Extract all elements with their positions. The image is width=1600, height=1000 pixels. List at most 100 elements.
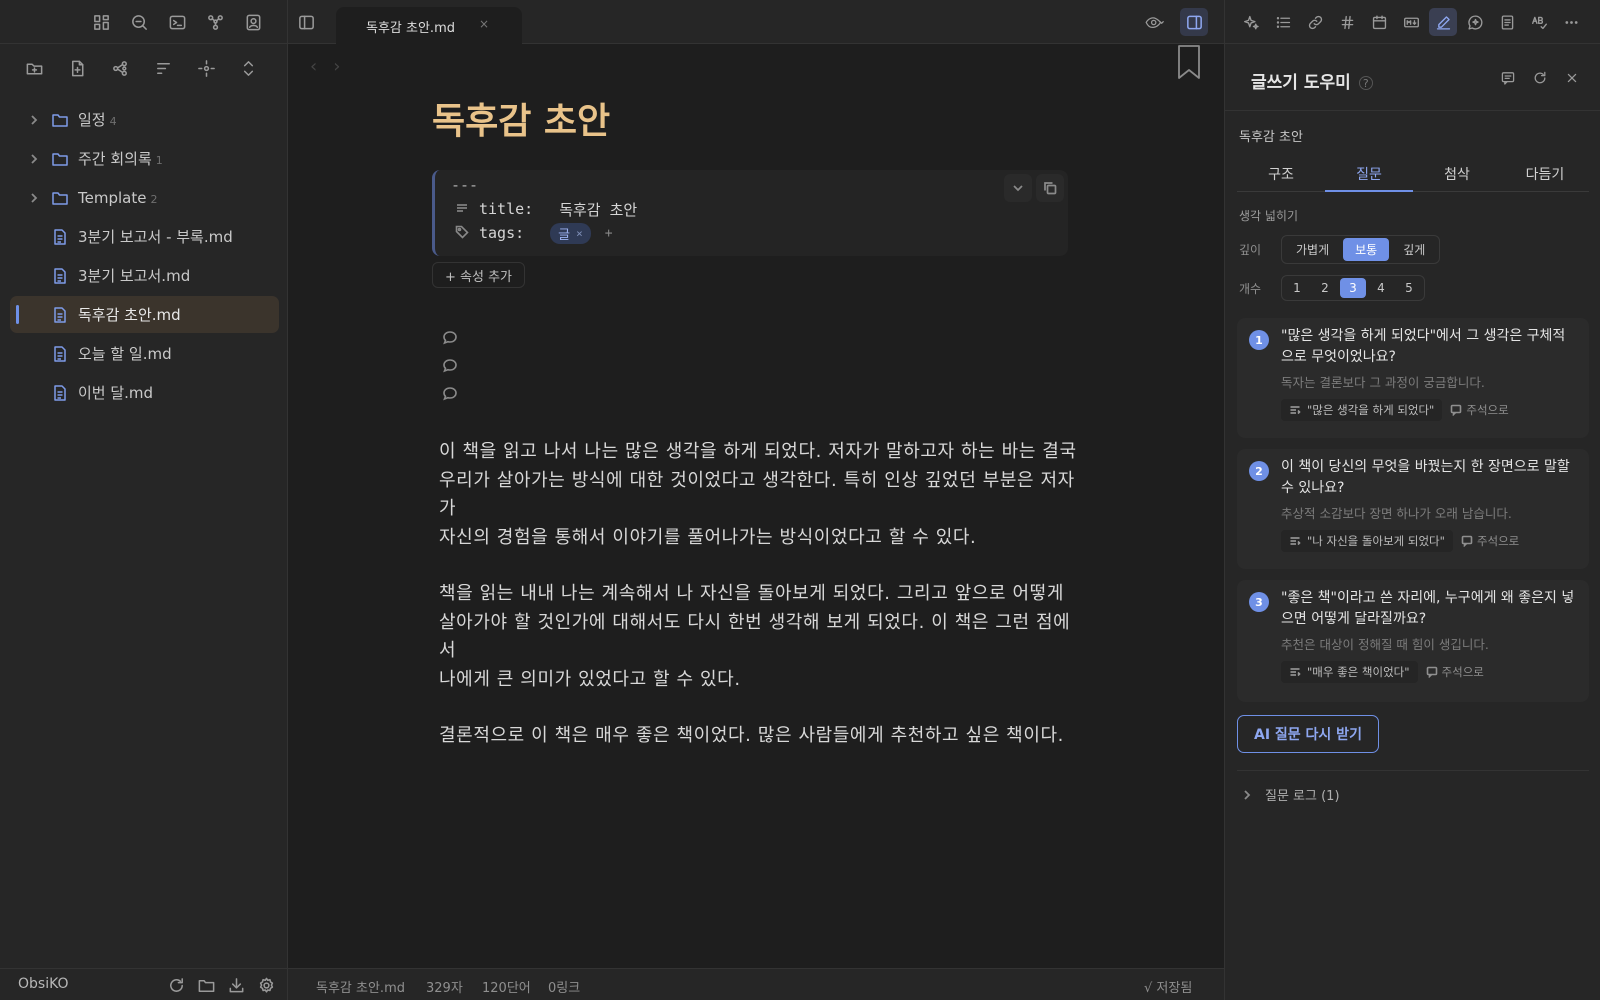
comment-icon[interactable] <box>442 358 458 386</box>
tree-file-this-month[interactable]: 이번 달.md <box>0 373 288 412</box>
quote-jump-button[interactable]: "매우 좋은 책이었다" <box>1281 661 1418 683</box>
property-value[interactable]: 독후감 초안 <box>559 199 637 220</box>
hashtag-icon[interactable] <box>1333 8 1361 36</box>
divider <box>1225 110 1600 111</box>
chat-sparkle-icon[interactable] <box>1461 8 1489 36</box>
tree-file-book-report-draft[interactable]: 독후감 초안.md <box>0 295 288 334</box>
sparkle-icon[interactable] <box>1237 8 1265 36</box>
paragraph[interactable]: 이 책을 읽고 나서 나는 많은 생각을 하게 되었다. 저자가 말하고자 하는… <box>439 438 1079 552</box>
question-card[interactable]: 1 "많은 생각을 하게 되었다"에서 그 생각은 구체적으로 무엇이었나요? … <box>1237 318 1589 438</box>
copy-icon[interactable] <box>1036 174 1064 202</box>
comment-list-icon[interactable] <box>1494 64 1522 92</box>
count-option-1[interactable]: 1 <box>1284 278 1310 298</box>
property-title-row[interactable]: title: 독후감 초안 <box>455 198 637 220</box>
tree-folder-schedule[interactable]: 일정 4 <box>0 100 288 139</box>
count-option-4[interactable]: 4 <box>1368 278 1394 298</box>
tree-file-q3-report-appendix[interactable]: 3분기 보고서 - 부록.md <box>0 217 288 256</box>
back-arrow-icon[interactable]: ‹ <box>310 56 333 77</box>
to-comment-button[interactable]: 주석으로 <box>1426 664 1484 680</box>
paragraph[interactable]: 책을 읽는 내내 나는 계속해서 나 자신을 돌아보게 되었다. 그리고 앞으로… <box>439 580 1079 694</box>
terminal-icon[interactable] <box>163 8 191 36</box>
settings-icon[interactable] <box>252 971 280 999</box>
count-option-2[interactable]: 2 <box>1312 278 1338 298</box>
tag-add-button[interactable]: + <box>605 226 613 241</box>
more-options-icon[interactable] <box>1557 8 1585 36</box>
chevron-down-icon[interactable] <box>1004 174 1032 202</box>
tab-correction[interactable]: 첨삭 <box>1413 152 1501 191</box>
chevron-right-icon[interactable] <box>26 151 42 167</box>
frontmatter-properties[interactable]: --- title: 독후감 초안 tags: 글 × + <box>432 170 1068 256</box>
tree-folder-template[interactable]: Template 2 <box>0 178 288 217</box>
add-property-button[interactable]: + 속성 추가 <box>432 262 525 288</box>
count-options: 1 2 3 4 5 <box>1281 275 1425 301</box>
depth-option-light[interactable]: 가볍게 <box>1284 238 1341 261</box>
reading-view-icon[interactable] <box>1134 8 1174 36</box>
new-folder-icon[interactable] <box>20 54 48 82</box>
quote-jump-button[interactable]: "나 자신을 돌아보게 되었다" <box>1281 530 1453 552</box>
sort-icon[interactable] <box>149 54 177 82</box>
tree-item-label: Template <box>78 188 147 207</box>
tab-structure[interactable]: 구조 <box>1237 152 1325 191</box>
bookmark-icon[interactable] <box>1176 44 1202 84</box>
quote-jump-button[interactable]: "많은 생각을 하게 되었다" <box>1281 399 1443 421</box>
document-title[interactable]: 독후감 초안 <box>432 92 610 144</box>
tab-polish[interactable]: 다듬기 <box>1501 152 1589 191</box>
tag-pill[interactable]: 글 × <box>550 222 591 244</box>
close-icon[interactable] <box>1558 64 1586 92</box>
refresh-icon[interactable] <box>1526 64 1554 92</box>
download-icon[interactable] <box>222 971 250 999</box>
regenerate-questions-button[interactable]: AI 질문 다시 받기 <box>1237 715 1379 753</box>
tag-remove-icon[interactable]: × <box>576 227 583 240</box>
property-tags-row[interactable]: tags: 글 × + <box>455 222 613 244</box>
count-option-5[interactable]: 5 <box>1396 278 1422 298</box>
tree-file-todo-today[interactable]: 오늘 할 일.md <box>0 334 288 373</box>
status-saved: √ 저장됨 <box>1144 981 1193 996</box>
comment-icon[interactable] <box>442 386 458 414</box>
tab-questions[interactable]: 질문 <box>1325 152 1413 192</box>
search-icon[interactable] <box>125 8 153 36</box>
writing-assistant-icon[interactable] <box>1429 8 1457 36</box>
locate-icon[interactable] <box>192 54 220 82</box>
question-card[interactable]: 3 "좋은 책"이라고 쓴 자리에, 누구에게 왜 좋은지 넣으면 어떻게 달라… <box>1237 580 1589 702</box>
tree-item-label: 일정 <box>78 111 106 129</box>
depth-option-normal[interactable]: 보통 <box>1343 237 1390 261</box>
vault-name[interactable]: ObsiKO <box>18 976 69 992</box>
depth-option-deep[interactable]: 깊게 <box>1391 238 1437 261</box>
refresh-icon[interactable] <box>162 971 190 999</box>
tree-folder-weekly-minutes[interactable]: 주간 회의록 1 <box>0 139 288 178</box>
collapse-icon[interactable] <box>234 54 262 82</box>
document-icon[interactable] <box>1493 8 1521 36</box>
divider <box>1237 770 1589 771</box>
forward-arrow-icon[interactable]: › <box>333 56 356 77</box>
layout-grid-icon[interactable] <box>87 8 115 36</box>
graph-icon[interactable] <box>201 8 229 36</box>
chevron-right-icon[interactable] <box>26 112 42 128</box>
right-sidebar-toggle-icon[interactable] <box>1180 8 1208 36</box>
comment-icon[interactable] <box>442 330 458 358</box>
document-body[interactable]: 이 책을 읽고 나서 나는 많은 생각을 하게 되었다. 저자가 말하고자 하는… <box>439 438 1079 779</box>
graph-view-icon[interactable] <box>106 54 134 82</box>
help-icon[interactable]: ? <box>1358 76 1373 90</box>
calendar-icon[interactable] <box>1365 8 1393 36</box>
nav-arrows[interactable]: ‹› <box>310 56 356 77</box>
paragraph[interactable]: 결론적으로 이 책은 매우 좋은 책이었다. 많은 사람들에게 추천하고 싶은 … <box>439 722 1079 751</box>
new-file-icon[interactable] <box>63 54 91 82</box>
link-icon[interactable] <box>1301 8 1329 36</box>
question-card[interactable]: 2 이 책이 당신의 무엇을 바꿨는지 한 장면으로 말할 수 있나요? 추상적… <box>1237 449 1589 569</box>
count-option-3[interactable]: 3 <box>1340 278 1366 298</box>
property-key: title: <box>479 200 534 218</box>
spellcheck-icon[interactable] <box>1525 8 1553 36</box>
sidebar-toggle-icon[interactable] <box>292 8 320 36</box>
markdown-icon[interactable] <box>1397 8 1425 36</box>
tab-close-icon[interactable]: × <box>479 17 489 31</box>
tab-book-report-draft[interactable]: 독후감 초안.md × <box>336 7 522 44</box>
chevron-right-icon[interactable] <box>26 190 42 206</box>
file-icon <box>51 228 69 246</box>
to-comment-button[interactable]: 주석으로 <box>1450 402 1509 418</box>
tree-file-q3-report[interactable]: 3분기 보고서.md <box>0 256 288 295</box>
to-comment-button[interactable]: 주석으로 <box>1461 533 1519 549</box>
contact-icon[interactable] <box>239 8 267 36</box>
folder-icon[interactable] <box>192 971 220 999</box>
list-icon[interactable] <box>1269 8 1297 36</box>
question-log-toggle[interactable]: 질문 로그 (1) <box>1241 785 1340 804</box>
